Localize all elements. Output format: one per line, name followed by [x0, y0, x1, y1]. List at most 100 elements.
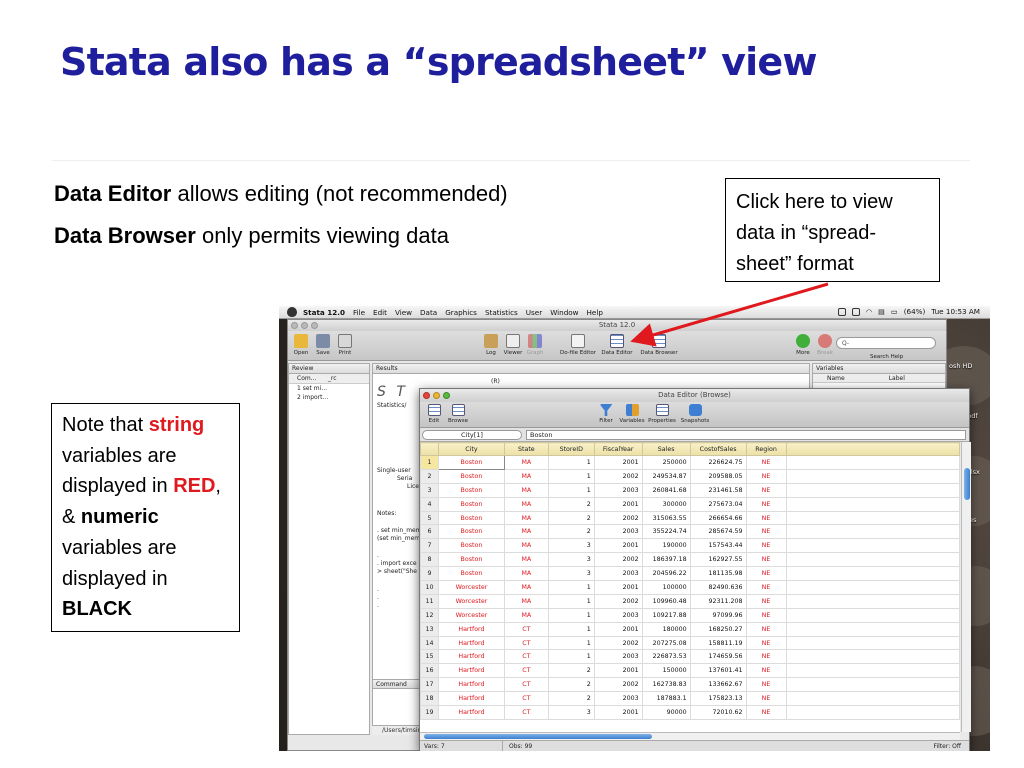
cell-costofsales[interactable]: 168250.27	[689, 621, 747, 637]
wifi-icon[interactable]: ◠	[866, 307, 872, 316]
cell-storeid[interactable]: 3	[547, 552, 595, 568]
cell-reference[interactable]: City[1]	[422, 430, 522, 440]
cell-region[interactable]: NE	[745, 677, 787, 693]
menu-edit[interactable]: Edit	[373, 308, 387, 317]
cell-city[interactable]: Boston	[437, 496, 505, 512]
cell-state[interactable]: CT	[503, 705, 549, 720]
data-browser-button[interactable]: Data Browser	[638, 334, 680, 356]
cell-sales[interactable]: 300000	[641, 496, 691, 512]
cell-region[interactable]: NE	[745, 621, 787, 637]
apple-icon[interactable]	[287, 307, 297, 317]
cell-region[interactable]: NE	[745, 468, 787, 484]
snapshots-button[interactable]: Snapshots	[680, 404, 710, 424]
cell-city[interactable]: Worcester	[437, 593, 505, 609]
cell-storeid[interactable]: 3	[547, 705, 595, 720]
row-number[interactable]: 19	[420, 705, 439, 720]
cell-costofsales[interactable]: 209588.05	[689, 468, 747, 484]
review-column-rc[interactable]: _rc	[328, 375, 337, 382]
cell-fiscalyear[interactable]: 2003	[593, 524, 643, 540]
cell-costofsales[interactable]: 82490.636	[689, 580, 747, 595]
zoom-button[interactable]	[311, 322, 318, 329]
cell-city[interactable]: Hartford	[437, 663, 505, 679]
row-number[interactable]: 18	[420, 691, 439, 707]
close-button[interactable]	[291, 322, 298, 329]
row-number[interactable]: 16	[420, 663, 439, 679]
cell-region[interactable]: NE	[745, 496, 787, 512]
cell-state[interactable]: CT	[503, 677, 549, 693]
search-input[interactable]: Q-	[836, 337, 936, 349]
cell-city[interactable]: Hartford	[437, 635, 505, 651]
cell-storeid[interactable]: 1	[547, 482, 595, 498]
cell-costofsales[interactable]: 231461.58	[689, 482, 747, 498]
column-header-storeid[interactable]: StoreID	[547, 442, 595, 456]
filter-button[interactable]: Filter	[594, 404, 618, 424]
cell-storeid[interactable]: 1	[547, 621, 595, 637]
cell-storeid[interactable]: 1	[547, 635, 595, 651]
cell-costofsales[interactable]: 137601.41	[689, 663, 747, 679]
cell-city[interactable]: Hartford	[437, 691, 505, 707]
cell-sales[interactable]: 204596.22	[641, 566, 691, 582]
row-number[interactable]: 17	[420, 677, 439, 693]
menu-app-name[interactable]: Stata 12.0	[303, 308, 345, 317]
cell-state[interactable]: CT	[503, 663, 549, 679]
cell-costofsales[interactable]: 157543.44	[689, 538, 747, 554]
cell-state[interactable]: CT	[503, 691, 549, 707]
cell-region[interactable]: NE	[745, 552, 787, 568]
graph-button[interactable]: Graph	[522, 334, 548, 356]
cell-fiscalyear[interactable]: 2001	[593, 621, 643, 637]
cell-fiscalyear[interactable]: 2002	[593, 468, 643, 484]
cell-region[interactable]: NE	[745, 691, 787, 707]
menu-graphics[interactable]: Graphics	[445, 308, 477, 317]
cell-state[interactable]: MA	[503, 524, 549, 540]
scroll-thumb[interactable]	[424, 734, 652, 739]
do-file-editor-button[interactable]: Do-file Editor	[558, 334, 598, 356]
cell-city[interactable]: Boston	[437, 524, 505, 540]
row-number[interactable]: 6	[420, 524, 439, 540]
cell-sales[interactable]: 226873.53	[641, 649, 691, 665]
cell-sales[interactable]: 186397.18	[641, 552, 691, 568]
cell-state[interactable]: MA	[503, 496, 549, 512]
cell-city[interactable]: Hartford	[437, 677, 505, 693]
column-header-sales[interactable]: Sales	[641, 442, 691, 456]
menu-extra-icon[interactable]	[851, 307, 860, 316]
column-header-region[interactable]: Region	[745, 442, 787, 456]
menu-window[interactable]: Window	[550, 308, 578, 317]
row-number[interactable]: 7	[420, 538, 439, 554]
cell-storeid[interactable]: 2	[547, 677, 595, 693]
cell-sales[interactable]: 260841.68	[641, 482, 691, 498]
cell-sales[interactable]: 207275.08	[641, 635, 691, 651]
review-item[interactable]: 1 set mi...	[289, 384, 369, 393]
cell-storeid[interactable]: 1	[547, 593, 595, 609]
cell-state[interactable]: MA	[503, 510, 549, 526]
cell-costofsales[interactable]: 266654.66	[689, 510, 747, 526]
menu-statistics[interactable]: Statistics	[485, 308, 518, 317]
cell-sales[interactable]: 90000	[641, 705, 691, 720]
cell-costofsales[interactable]: 181135.98	[689, 566, 747, 582]
cell-state[interactable]: MA	[503, 482, 549, 498]
cell-city[interactable]: Worcester	[437, 607, 505, 623]
cell-region[interactable]: NE	[745, 455, 787, 470]
cell-storeid[interactable]: 2	[547, 663, 595, 679]
cell-city[interactable]: Boston	[437, 510, 505, 526]
cell-fiscalyear[interactable]: 2002	[593, 677, 643, 693]
cell-costofsales[interactable]: 92311.208	[689, 593, 747, 609]
cell-fiscalyear[interactable]: 2003	[593, 482, 643, 498]
cell-city[interactable]: Hartford	[437, 649, 505, 665]
cell-sales[interactable]: 315063.55	[641, 510, 691, 526]
data-editor-button[interactable]: Data Editor	[600, 334, 634, 356]
cell-city[interactable]: Hartford	[437, 621, 505, 637]
cell-region[interactable]: NE	[745, 607, 787, 623]
row-number[interactable]: 14	[420, 635, 439, 651]
close-button[interactable]	[423, 392, 430, 399]
cell-storeid[interactable]: 1	[547, 649, 595, 665]
cell-state[interactable]: CT	[503, 621, 549, 637]
cell-storeid[interactable]: 2	[547, 691, 595, 707]
cell-fiscalyear[interactable]: 2002	[593, 510, 643, 526]
cell-state[interactable]: MA	[503, 468, 549, 484]
cell-city[interactable]: Boston	[437, 538, 505, 554]
cell-state[interactable]: MA	[503, 607, 549, 623]
cell-city[interactable]: Boston	[437, 482, 505, 498]
cell-costofsales[interactable]: 174659.56	[689, 649, 747, 665]
row-number[interactable]: 10	[420, 580, 439, 595]
menu-file[interactable]: File	[353, 308, 365, 317]
